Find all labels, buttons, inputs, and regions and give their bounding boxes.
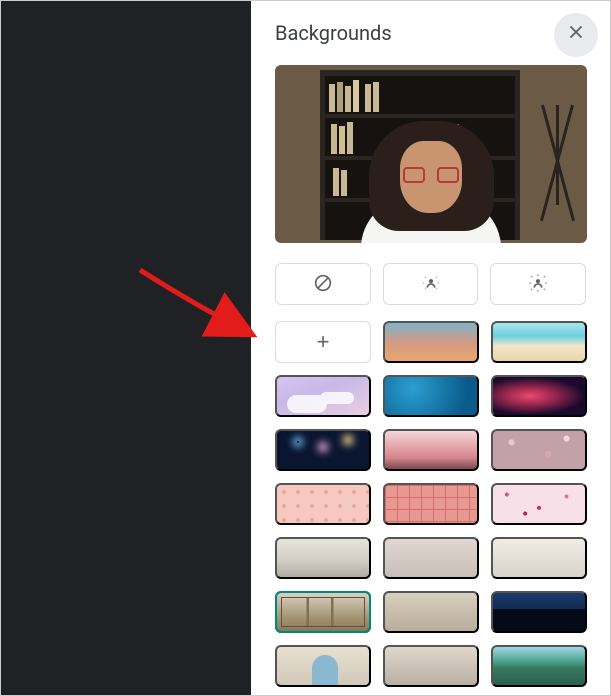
- blur-icon: [527, 272, 549, 297]
- no-effect-button[interactable]: [275, 263, 371, 305]
- close-icon: [566, 22, 586, 48]
- background-thumbnail-loft-interior[interactable]: [383, 645, 479, 687]
- background-thumbnail-cherry-blossom[interactable]: [383, 429, 479, 471]
- background-thumbnail-living-room-1[interactable]: [275, 537, 371, 579]
- background-thumbnail-beach[interactable]: [491, 321, 587, 363]
- slight-blur-button[interactable]: [383, 263, 479, 305]
- plus-icon: +: [317, 329, 330, 355]
- background-thumbnail-cherry-blossom-2[interactable]: [491, 429, 587, 471]
- background-thumbnail-pink-confetti[interactable]: [491, 483, 587, 525]
- video-dark-area: [1, 1, 251, 695]
- background-grid: +: [275, 321, 586, 687]
- background-thumbnail-blue-water[interactable]: [383, 375, 479, 417]
- background-thumbnail-tropical-lagoon[interactable]: [491, 645, 587, 687]
- background-thumbnail-library-bookshelf[interactable]: [275, 591, 371, 633]
- background-thumbnail-pink-dots[interactable]: [275, 483, 371, 525]
- upload-background-button[interactable]: +: [275, 321, 371, 363]
- background-thumbnail-purple-clouds[interactable]: [275, 375, 371, 417]
- slight-blur-icon: [420, 272, 442, 297]
- close-button[interactable]: [554, 13, 598, 57]
- app-frame: Backgrounds: [0, 0, 611, 696]
- camera-preview: [275, 65, 587, 243]
- background-thumbnail-night-city-window[interactable]: [491, 591, 587, 633]
- background-thumbnail-arched-doorway[interactable]: [275, 645, 371, 687]
- panel-title: Backgrounds: [275, 21, 392, 45]
- blur-button[interactable]: [490, 263, 586, 305]
- background-thumbnail-sunset-gradient[interactable]: [383, 321, 479, 363]
- background-thumbnail-pink-tiles[interactable]: [383, 483, 479, 525]
- background-thumbnail-fireworks[interactable]: [275, 429, 371, 471]
- no-effect-icon: [312, 272, 334, 297]
- backgrounds-panel: Backgrounds: [251, 1, 610, 695]
- background-thumbnail-living-room-3[interactable]: [491, 537, 587, 579]
- background-thumbnail-nebula[interactable]: [491, 375, 587, 417]
- effect-buttons-row: [275, 263, 586, 305]
- panel-header: Backgrounds: [275, 21, 586, 45]
- background-thumbnail-living-room-2[interactable]: [383, 537, 479, 579]
- background-thumbnail-office-shelves[interactable]: [383, 591, 479, 633]
- user-silhouette: [361, 113, 501, 243]
